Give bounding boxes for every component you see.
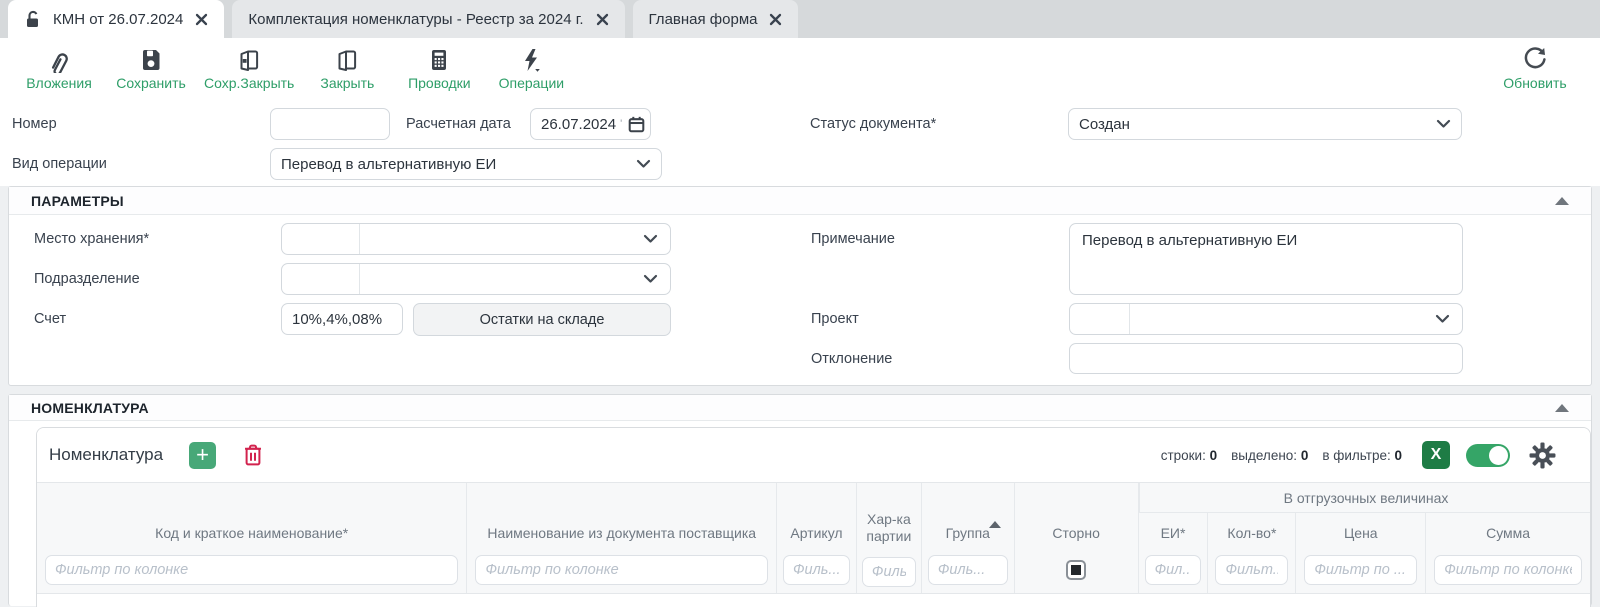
door-icon	[334, 46, 360, 73]
close-icon[interactable]	[596, 13, 609, 26]
filter-input[interactable]	[783, 555, 850, 585]
save-close-button[interactable]: Сохр.Закрыть	[204, 46, 294, 91]
project-lookup[interactable]	[1069, 303, 1463, 335]
tab-title: Комплектация номенклатуры - Реестр за 20…	[248, 11, 583, 28]
section-title: НОМЕНКЛАТУРА	[31, 400, 149, 416]
delete-row-button[interactable]	[242, 443, 264, 468]
add-row-button[interactable]: +	[189, 442, 216, 469]
account-input[interactable]	[281, 303, 403, 335]
close-icon[interactable]	[195, 13, 208, 26]
storno-filter-checkbox[interactable]	[1066, 560, 1086, 580]
operation-type-label: Вид операции	[12, 148, 107, 180]
tab-main-form[interactable]: Главная форма	[633, 0, 799, 38]
tab-document[interactable]: КМН от 26.07.2024	[8, 0, 224, 38]
department-lookup[interactable]	[281, 263, 671, 295]
paperclip-icon	[43, 46, 75, 73]
column-supplier-doc-name[interactable]: Наименование из документа поставщика	[466, 483, 776, 593]
door-save-icon	[236, 46, 262, 73]
tab-title: КМН от 26.07.2024	[53, 11, 183, 28]
filter-input[interactable]	[475, 555, 768, 585]
nomenclature-section: НОМЕНКЛАТУРА Номенклатура + строки: 0 вы…	[8, 394, 1592, 606]
document-header-form: Номер Расчетная дата 26.07.2024 ' Статус…	[0, 98, 1600, 186]
filter-input[interactable]	[862, 557, 916, 587]
tab-bar: КМН от 26.07.2024 Комплектация номенклат…	[0, 0, 1600, 38]
operation-type-select[interactable]: Перевод в альтернативную ЕИ	[270, 148, 662, 180]
number-label: Номер	[12, 108, 57, 140]
sort-asc-icon[interactable]	[989, 521, 1001, 528]
tab-register[interactable]: Комплектация номенклатуры - Реестр за 20…	[232, 0, 624, 38]
operations-button[interactable]: Операции	[492, 46, 570, 91]
filter-toggle[interactable]	[1466, 444, 1510, 467]
filter-input[interactable]	[45, 555, 458, 585]
grid-title: Номенклатура	[49, 445, 163, 465]
postings-button[interactable]: Проводки	[400, 46, 478, 91]
storage-lookup[interactable]	[281, 223, 671, 255]
note-label: Примечание	[811, 223, 895, 255]
rows-counter: строки: 0	[1161, 448, 1217, 463]
account-label: Счет	[34, 303, 66, 335]
close-button[interactable]: Закрыть	[308, 46, 386, 91]
filter-input[interactable]	[1434, 555, 1582, 585]
grid-column-headers: В отгрузочных величинах Код и краткое на…	[37, 482, 1590, 594]
calendar-icon[interactable]	[628, 116, 645, 133]
excel-export-icon[interactable]: X	[1422, 441, 1450, 469]
collapse-arrow-icon[interactable]	[1555, 404, 1569, 412]
unlock-icon	[24, 10, 41, 29]
chevron-down-icon	[1435, 314, 1462, 324]
deviation-input[interactable]	[1069, 343, 1463, 374]
refresh-button[interactable]: Обновить	[1496, 46, 1574, 91]
note-textarea[interactable]: Перевод в альтернативную ЕИ	[1069, 223, 1463, 295]
column-article[interactable]: Артикул	[776, 483, 856, 593]
refresh-icon	[1521, 46, 1549, 73]
close-icon[interactable]	[769, 13, 782, 26]
selected-counter: выделено: 0	[1231, 448, 1308, 463]
group-header-shipping-units: В отгрузочных величинах	[1139, 483, 1591, 513]
filter-input[interactable]	[1215, 555, 1288, 585]
status-label: Статус документа*	[810, 108, 936, 140]
column-code-name[interactable]: Код и краткое наименование*	[37, 483, 466, 593]
chevron-down-icon	[643, 274, 670, 284]
parameters-section-header[interactable]: ПАРАМЕТРЫ	[9, 187, 1591, 215]
section-title: ПАРАМЕТРЫ	[31, 193, 124, 209]
attachments-button[interactable]: Вложения	[20, 46, 98, 91]
chevron-down-icon	[1436, 119, 1451, 129]
save-button[interactable]: Сохранить	[112, 46, 190, 91]
storage-label: Место хранения*	[34, 223, 149, 255]
nomenclature-grid-panel: Номенклатура + строки: 0 выделено: 0 в ф…	[36, 427, 1591, 607]
grid-toolbar: Номенклатура + строки: 0 выделено: 0 в ф…	[37, 428, 1590, 482]
filtered-counter: в фильтре: 0	[1322, 448, 1402, 463]
trash-icon	[242, 443, 264, 468]
calculator-icon	[426, 46, 452, 73]
collapse-arrow-icon[interactable]	[1555, 197, 1569, 205]
column-storno[interactable]: Сторно	[1014, 483, 1138, 593]
filter-input[interactable]	[1145, 555, 1202, 585]
deviation-label: Отклонение	[811, 343, 892, 375]
calc-date-input[interactable]: 26.07.2024 '	[530, 108, 651, 140]
filter-input[interactable]	[928, 555, 1008, 585]
tab-title: Главная форма	[649, 11, 758, 28]
column-batch-char[interactable]: Хар-ка партии	[856, 483, 921, 593]
filter-input[interactable]	[1304, 555, 1417, 585]
department-label: Подразделение	[34, 263, 140, 295]
gear-icon[interactable]	[1529, 442, 1556, 469]
parameters-section: ПАРАМЕТРЫ Место хранения* Подразделение …	[8, 186, 1592, 386]
chevron-down-icon	[643, 234, 670, 244]
lightning-icon	[518, 46, 544, 73]
main-toolbar: Вложения Сохранить Сохр.Закрыть	[0, 38, 1600, 98]
chevron-down-icon	[636, 159, 651, 169]
stock-balance-button[interactable]: Остатки на складе	[413, 303, 671, 336]
status-select[interactable]: Создан	[1068, 108, 1462, 140]
floppy-icon	[138, 46, 164, 73]
calc-date-label: Расчетная дата	[406, 108, 511, 140]
nomenclature-section-header[interactable]: НОМЕНКЛАТУРА	[9, 395, 1591, 421]
number-input[interactable]	[270, 108, 390, 140]
column-group[interactable]: Группа	[921, 483, 1014, 593]
project-label: Проект	[811, 303, 859, 335]
